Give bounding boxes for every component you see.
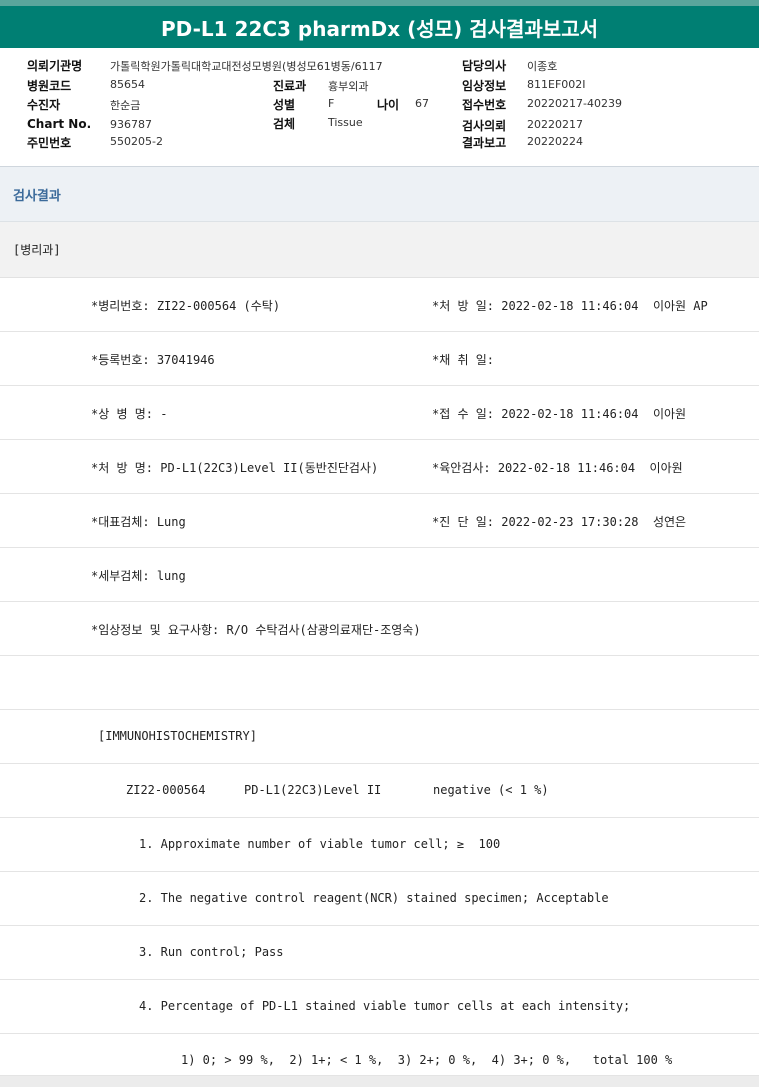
finding-text: 1. Approximate number of viable tumor ce… — [139, 837, 501, 851]
ihc-result: negative (< 1 %) — [433, 783, 549, 797]
intensity-row: 1) 0; > 99 %, 2) 1+; < 1 %, 3) 2+; 0 %, … — [0, 1034, 759, 1076]
intensity-text: 1) 0; > 99 %, 2) 1+; < 1 %, 3) 2+; 0 %, … — [181, 1053, 673, 1067]
chart-no-label: Chart No. — [27, 117, 92, 131]
info-row: *처 방 명: PD-L1(22C3)Level II(동반진단검사) *육안검… — [0, 440, 759, 494]
ihc-specimen-no: ZI22-000564 — [126, 783, 206, 797]
section-title: 검사결과 — [0, 166, 759, 222]
doctor-label: 담당의사 — [462, 59, 507, 73]
registration-no: *등록번호: 37041946 — [91, 353, 215, 367]
ihc-test-name: PD-L1(22C3)Level II — [244, 783, 382, 797]
detail-specimen: *세부검체: lung — [91, 569, 186, 583]
gross-exam-date: *육안검사: 2022-02-18 11:46:04 이아원 — [432, 461, 683, 475]
blank-row — [0, 656, 759, 710]
pathology-no: *병리번호: ZI22-000564 (수탁) — [91, 299, 281, 313]
main-specimen: *대표검체: Lung — [91, 515, 186, 529]
department-label: [병리과] — [0, 222, 759, 278]
finding-row: 4. Percentage of PD-L1 stained viable tu… — [0, 980, 759, 1034]
finding-text: 2. The negative control reagent(NCR) sta… — [139, 891, 609, 905]
diagnosis-date: *진 단 일: 2022-02-23 17:30:28 성연은 — [432, 515, 687, 529]
info-row: *임상정보 및 요구사항: R/O 수탁검사(삼광의료재단-조영숙) — [0, 602, 759, 656]
clinical-value: 811EF002I — [527, 78, 586, 91]
info-row: *세부검체: lung — [0, 548, 759, 602]
patient-value: 한순금 — [110, 99, 141, 112]
specimen-label: 검체 — [273, 117, 296, 131]
clinical-request: *임상정보 및 요구사항: R/O 수탁검사(삼광의료재단-조영숙) — [91, 623, 421, 637]
ihc-summary-row: ZI22-000564 PD-L1(22C3)Level II negative… — [0, 764, 759, 818]
age-value: 67 — [415, 97, 429, 110]
receipt-no-value: 20220217-40239 — [527, 97, 622, 110]
institution-label: 의뢰기관명 — [27, 59, 83, 73]
finding-row: 2. The negative control reagent(NCR) sta… — [0, 872, 759, 926]
collection-date: *채 취 일: — [432, 353, 495, 367]
institution-value: 가톨릭학원가톨릭대학교대전성모병원(병성모61병동/6117 — [110, 60, 383, 73]
prescription-name: *처 방 명: PD-L1(22C3)Level II(동반진단검사) — [91, 461, 379, 475]
info-row: *상 병 명: - *접 수 일: 2022-02-18 11:46:04 이아… — [0, 386, 759, 440]
doctor-value: 이종호 — [527, 60, 558, 73]
info-row: *대표검체: Lung *진 단 일: 2022-02-23 17:30:28 … — [0, 494, 759, 548]
report-date-value: 20220224 — [527, 135, 583, 148]
patient-label: 수진자 — [27, 98, 61, 112]
bottom-scroll-strip — [0, 1076, 759, 1087]
resident-no-value: 550205-2 — [110, 135, 163, 148]
finding-row: 1. Approximate number of viable tumor ce… — [0, 818, 759, 872]
receipt-date: *접 수 일: 2022-02-18 11:46:04 이아원 — [432, 407, 687, 421]
prescription-date: *처 방 일: 2022-02-18 11:46:04 이아원 AP — [432, 299, 708, 313]
sex-value: F — [328, 97, 335, 110]
request-label: 검사의뢰 — [462, 119, 507, 133]
request-value: 20220217 — [527, 118, 583, 131]
info-row: *등록번호: 37041946 *채 취 일: — [0, 332, 759, 386]
sex-label: 성별 — [273, 98, 296, 112]
dept-value: 흉부외과 — [328, 80, 369, 93]
finding-text: 4. Percentage of PD-L1 stained viable tu… — [139, 999, 631, 1013]
clinical-label: 임상정보 — [462, 79, 507, 93]
report-title: PD-L1 22C3 pharmDx (성모) 검사결과보고서 — [0, 0, 759, 48]
finding-text: 3. Run control; Pass — [139, 945, 284, 959]
age-label: 나이 — [377, 98, 400, 112]
report-header: 의뢰기관명 가톨릭학원가톨릭대학교대전성모병원(병성모61병동/6117 담당의… — [0, 48, 759, 166]
resident-no-label: 주민번호 — [27, 136, 72, 150]
ihc-header-row: [IMMUNOHISTOCHEMISTRY] — [0, 710, 759, 764]
ihc-header: [IMMUNOHISTOCHEMISTRY] — [98, 729, 257, 743]
finding-row: 3. Run control; Pass — [0, 926, 759, 980]
info-row: *병리번호: ZI22-000564 (수탁) *처 방 일: 2022-02-… — [0, 278, 759, 332]
diagnosis-name: *상 병 명: - — [91, 407, 168, 421]
hospital-code-label: 병원코드 — [27, 79, 72, 93]
report-date-label: 결과보고 — [462, 136, 507, 150]
dept-label: 진료과 — [273, 79, 307, 93]
specimen-value: Tissue — [328, 116, 363, 129]
chart-no-value: 936787 — [110, 118, 152, 131]
hospital-code-value: 85654 — [110, 78, 145, 91]
receipt-no-label: 접수번호 — [462, 98, 507, 112]
